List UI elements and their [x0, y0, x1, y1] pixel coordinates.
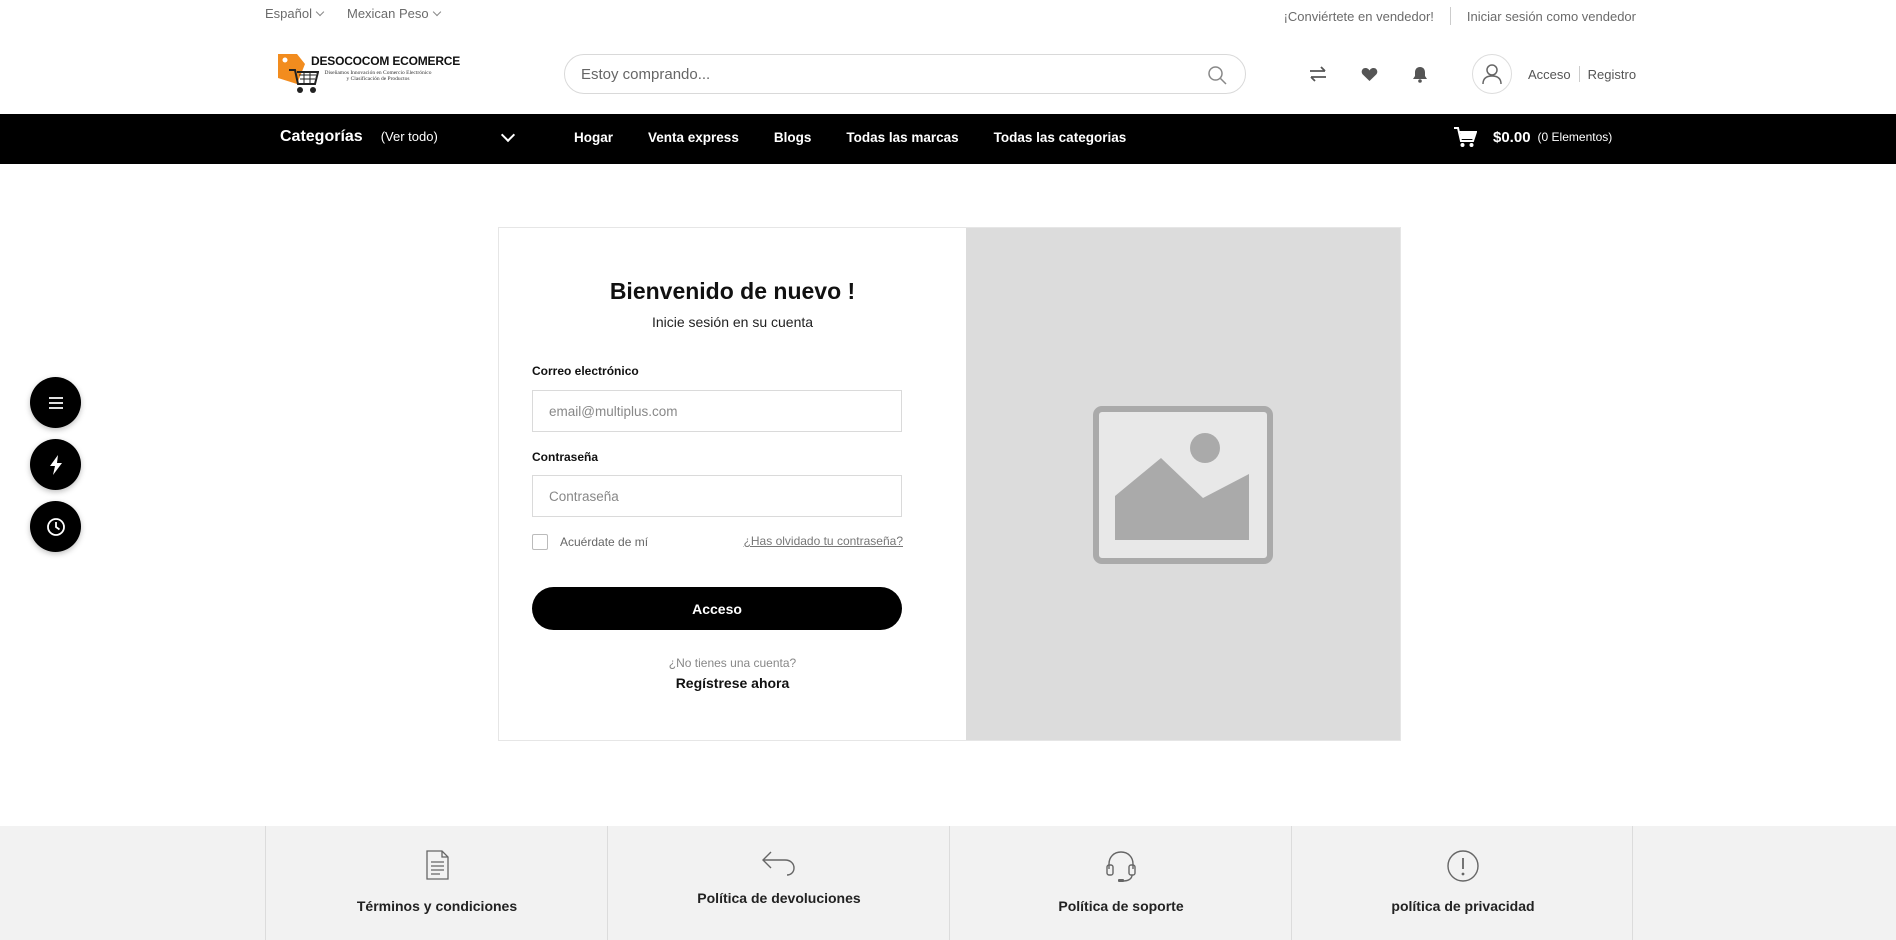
- currency-label: Mexican Peso: [346, 6, 429, 21]
- policy-terms[interactable]: Términos y condiciones: [265, 826, 607, 940]
- cart-count: (0 Elementos): [1537, 130, 1613, 144]
- chevron-down-icon: [315, 7, 325, 16]
- divider: [1449, 7, 1451, 25]
- nav-link-blogs[interactable]: Blogs: [774, 130, 812, 145]
- policies-footer: Términos y condiciones Política de devol…: [0, 826, 1896, 940]
- bell-icon[interactable]: [1410, 64, 1430, 84]
- become-seller-link[interactable]: ¡Conviértete en vendedor!: [1284, 9, 1434, 24]
- image-placeholder-icon: [1093, 406, 1273, 564]
- chevron-down-icon: [432, 7, 441, 16]
- nav-link-all-categories[interactable]: Todas las categorias: [994, 130, 1127, 145]
- policy-support[interactable]: Política de soporte: [949, 826, 1291, 940]
- remember-checkbox[interactable]: [532, 534, 548, 550]
- register-now-link[interactable]: Regístrese ahora: [499, 675, 966, 691]
- logo-title: DESOCOCOM ECOMERCE: [311, 54, 461, 68]
- clock-icon: [46, 517, 65, 536]
- seller-login-link[interactable]: Iniciar sesión como vendedor: [1467, 9, 1636, 24]
- site-logo[interactable]: DESOCOCOM ECOMERCE Diseñamos Innovación …: [275, 50, 460, 96]
- language-selector[interactable]: Español: [265, 6, 325, 21]
- login-image: [966, 228, 1400, 740]
- register-link[interactable]: Registro: [1588, 67, 1636, 82]
- search-bar: [564, 54, 1246, 94]
- login-card: Bienvenido de nuevo ! Inicie sesión en s…: [498, 227, 1401, 741]
- policy-privacy-label: política de privacidad: [1391, 898, 1535, 914]
- login-button[interactable]: Acceso: [532, 587, 902, 630]
- policy-support-label: Política de soporte: [1058, 898, 1184, 914]
- view-all-label[interactable]: (Ver todo): [381, 129, 438, 144]
- return-arrow-icon: [762, 851, 795, 876]
- currency-selector[interactable]: Mexican Peso: [346, 6, 441, 21]
- document-icon: [426, 850, 449, 880]
- chevron-down-icon[interactable]: [500, 127, 516, 143]
- email-label: Correo electrónico: [532, 364, 639, 378]
- login-form: Bienvenido de nuevo ! Inicie sesión en s…: [499, 228, 966, 740]
- compare-icon[interactable]: [1308, 64, 1328, 84]
- recent-button[interactable]: [30, 501, 81, 552]
- divider: [1578, 66, 1580, 82]
- policy-privacy[interactable]: política de privacidad: [1291, 826, 1633, 940]
- language-label: Español: [265, 6, 312, 21]
- email-field[interactable]: [532, 390, 902, 432]
- cart-amount: $0.00: [1493, 128, 1531, 146]
- search-icon[interactable]: [1207, 65, 1227, 90]
- remember-label: Acuérdate de mí: [560, 535, 649, 549]
- no-account-text: ¿No tienes una cuenta?: [668, 656, 797, 670]
- password-label: Contraseña: [532, 450, 599, 464]
- flash-icon: [49, 454, 62, 475]
- header: DESOCOCOM ECOMERCE Diseñamos Innovación …: [0, 40, 1896, 112]
- logo-subtitle: Diseñamos Innovación en Comercio Electró…: [324, 70, 432, 82]
- flash-button[interactable]: [30, 439, 81, 490]
- cart-summary[interactable]: $0.00 (0 Elementos): [1453, 126, 1612, 148]
- nav-link-all-brands[interactable]: Todas las marcas: [846, 130, 958, 145]
- nav-link-flash-sale[interactable]: Venta express: [648, 130, 739, 145]
- password-field[interactable]: [532, 475, 902, 517]
- policy-returns-label: Política de devoluciones: [697, 890, 861, 906]
- login-subtitle: Inicie sesión en su cuenta: [651, 314, 814, 330]
- menu-icon: [48, 396, 63, 409]
- user-icon[interactable]: [1472, 54, 1512, 94]
- categories-menu[interactable]: Categorías (Ver todo): [280, 128, 438, 146]
- exclamation-icon: [1447, 850, 1479, 882]
- main-nav: Categorías (Ver todo) Hogar Venta expres…: [0, 114, 1896, 164]
- search-input[interactable]: [581, 55, 1141, 93]
- login-link[interactable]: Acceso: [1528, 67, 1571, 82]
- forgot-password-link[interactable]: ¿Has olvidado tu contraseña?: [744, 534, 903, 548]
- login-title: Bienvenido de nuevo !: [609, 278, 856, 304]
- nav-link-home[interactable]: Hogar: [574, 130, 613, 145]
- headset-icon: [1106, 851, 1136, 882]
- menu-button[interactable]: [30, 377, 81, 428]
- heart-icon[interactable]: [1359, 64, 1379, 84]
- categories-label: Categorías: [280, 128, 363, 145]
- cart-icon: [1454, 127, 1477, 147]
- policy-returns[interactable]: Política de devoluciones: [607, 826, 949, 940]
- remember-me[interactable]: Acuérdate de mí: [532, 534, 648, 550]
- policy-terms-label: Términos y condiciones: [356, 898, 518, 914]
- topbar: Español Mexican Peso ¡Conviértete en ven…: [0, 0, 1896, 30]
